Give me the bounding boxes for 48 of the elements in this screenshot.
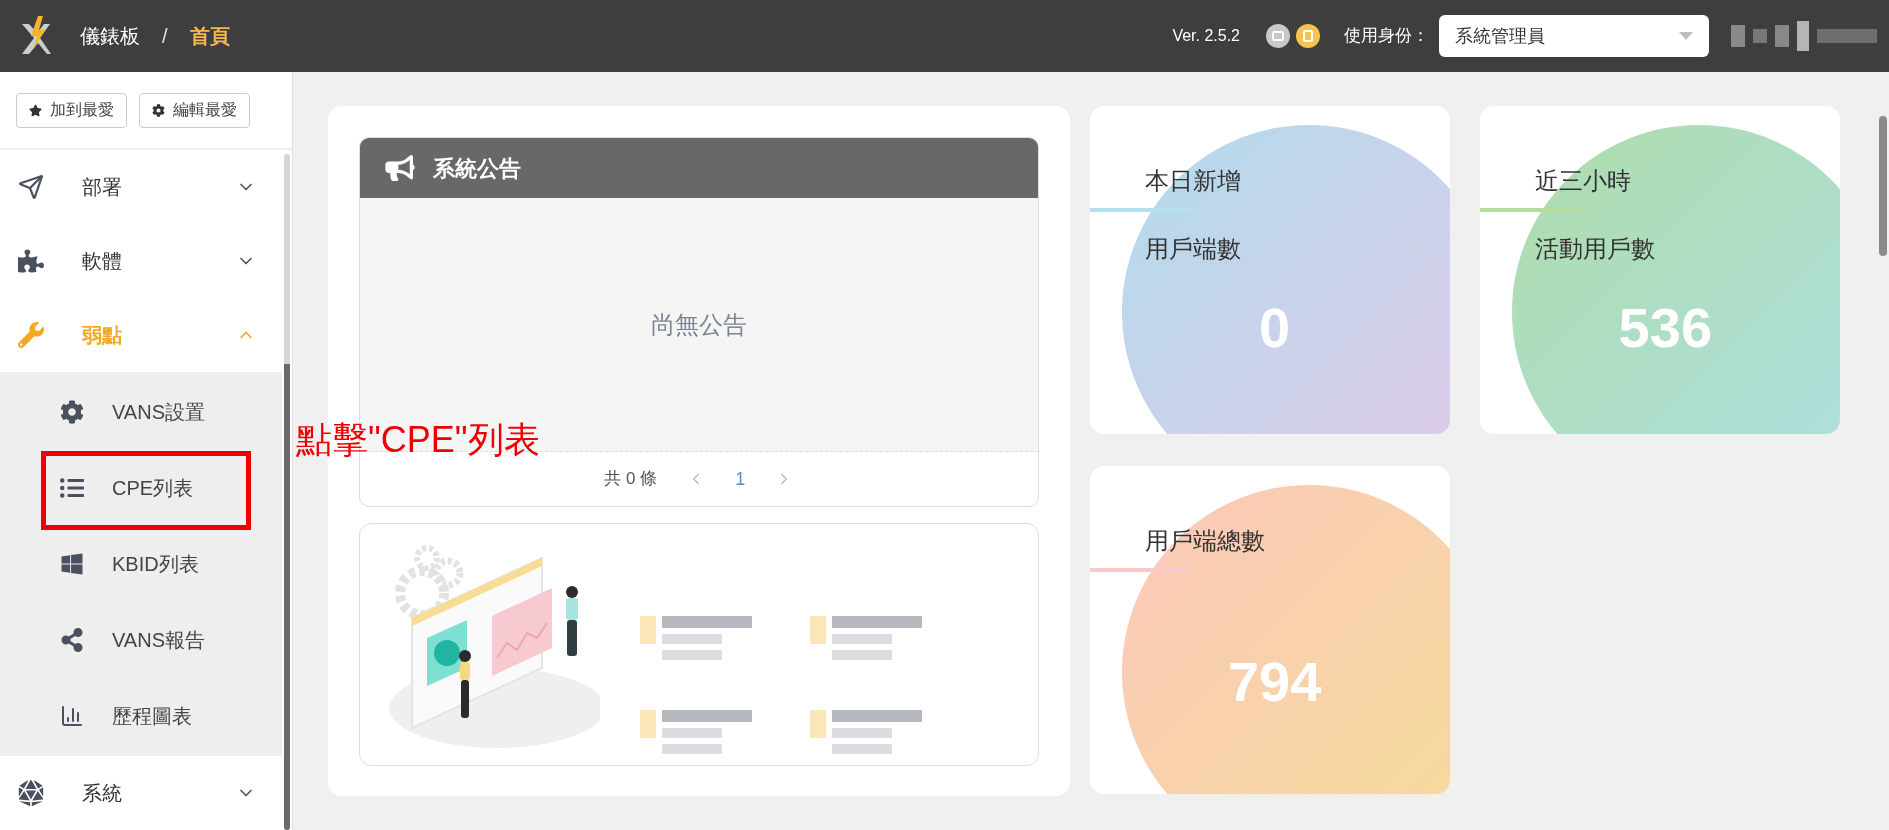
windows-grid-icon	[60, 552, 84, 576]
total-count: 共 0 條	[604, 468, 658, 491]
role-select[interactable]: 系統管理員	[1439, 15, 1709, 57]
menu-item[interactable]: 軟體	[0, 224, 282, 298]
window-icon	[1272, 31, 1284, 41]
submenu-item[interactable]: 歷程圖表	[0, 678, 282, 754]
bar-chart-icon	[60, 704, 84, 728]
favorite-button[interactable]: 編輯最愛	[139, 92, 250, 128]
breadcrumb-link[interactable]: 儀錶板	[80, 21, 140, 51]
share-icon	[60, 628, 84, 652]
puzzle-piece-icon	[18, 248, 44, 274]
caret-icon	[1679, 32, 1693, 40]
favorite-button[interactable]: 加到最愛	[16, 92, 127, 128]
paper-plane-icon	[18, 174, 44, 200]
stat-subtitle: 活動用戶數	[1535, 234, 1656, 264]
book-button[interactable]	[1296, 24, 1320, 48]
stat-value: 794	[1227, 654, 1322, 710]
submenu-item[interactable]: CPE列表	[0, 450, 282, 526]
star-icon	[29, 103, 42, 117]
gear-icon	[152, 103, 165, 117]
annotation-text: 點擊"CPE"列表	[296, 418, 540, 462]
scrollbar-thumb[interactable]	[284, 154, 290, 830]
gear-icon	[60, 400, 84, 424]
logo-icon	[20, 16, 52, 56]
role-label: 使用身份：	[1344, 25, 1429, 48]
wrench-icon	[18, 322, 44, 348]
submenu-item[interactable]: KBID列表	[0, 526, 282, 602]
breadcrumb-link[interactable]: 首頁	[189, 21, 230, 51]
stat-title: 本日新增	[1144, 166, 1241, 196]
submenu-item[interactable]: VANS設置	[0, 374, 282, 450]
submenu-item[interactable]: VANS報告	[0, 602, 282, 678]
menu-item[interactable]: 部署	[0, 150, 282, 224]
menu-item[interactable]: 系統	[0, 756, 282, 830]
megaphone-icon	[385, 155, 415, 181]
stat-title: 近三小時	[1535, 166, 1632, 196]
empty-message: 尚無公告	[650, 309, 747, 340]
stat-value: 0	[1259, 300, 1291, 356]
version-text: Ver. 2.5.2	[1172, 26, 1240, 46]
breadcrumb-separator: /	[162, 24, 168, 49]
book-icon	[1303, 30, 1313, 42]
announcement-title: 系統公告	[433, 154, 521, 183]
stat-subtitle: 用戶端數	[1144, 234, 1241, 264]
page-scrollbar-thumb[interactable]	[1879, 116, 1888, 256]
list-icon	[60, 476, 84, 500]
stat-value: 536	[1618, 300, 1713, 356]
window-toggle-button[interactable]	[1266, 24, 1290, 48]
stat-title: 用戶端總數	[1144, 526, 1265, 556]
polyhedron-icon	[18, 780, 44, 806]
